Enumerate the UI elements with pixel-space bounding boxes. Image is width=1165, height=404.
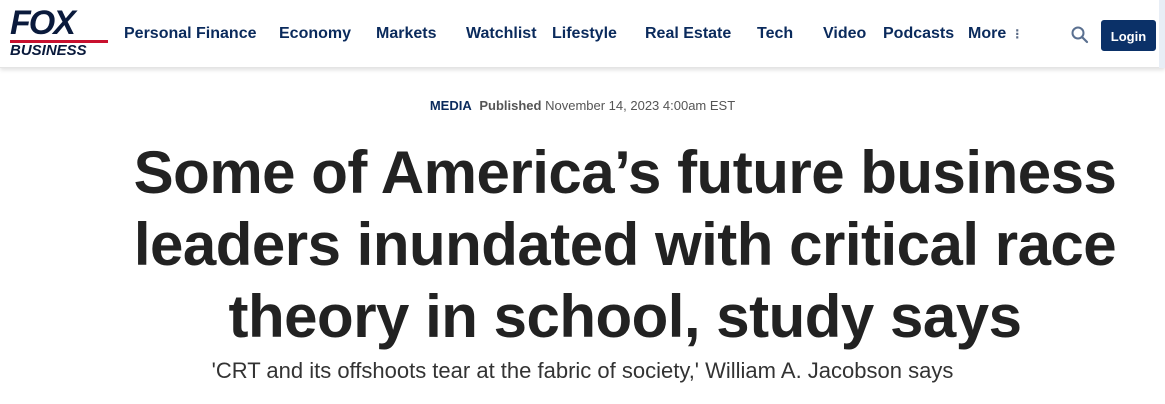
nav-item-markets[interactable]: Markets [376, 22, 436, 46]
login-button[interactable]: Login [1101, 20, 1156, 51]
nav-item-personal-finance[interactable]: Personal Finance [124, 22, 257, 46]
main-nav: Personal Finance Economy Markets Watchli… [0, 0, 1165, 68]
nav-item-lifestyle[interactable]: Lifestyle [552, 22, 617, 46]
header-edge [1159, 0, 1165, 68]
vertical-dots-icon: ⋮ [1011, 27, 1024, 41]
search-icon[interactable] [1070, 25, 1090, 45]
published-label: Published [479, 98, 542, 113]
nav-item-real-estate[interactable]: Real Estate [645, 22, 731, 46]
nav-item-economy[interactable]: Economy [279, 22, 351, 46]
publish-date: November 14, 2023 4:00am EST [545, 98, 736, 113]
article-meta: MEDIA Published November 14, 2023 4:00am… [0, 96, 1165, 116]
category-link[interactable]: MEDIA [430, 98, 472, 113]
nav-item-video[interactable]: Video [823, 22, 866, 46]
nav-item-tech[interactable]: Tech [757, 22, 793, 46]
site-header: FOX BUSINESS Personal Finance Economy Ma… [0, 0, 1165, 68]
article-headline: Some of America’s future business leader… [133, 139, 1117, 350]
nav-item-watchlist[interactable]: Watchlist [466, 22, 537, 46]
nav-item-podcasts[interactable]: Podcasts [883, 22, 954, 46]
more-label: More [968, 25, 1007, 42]
article-dek: 'CRT and its offshoots tear at the fabri… [211, 358, 954, 383]
nav-item-more[interactable]: More ⋮ [968, 22, 1023, 46]
